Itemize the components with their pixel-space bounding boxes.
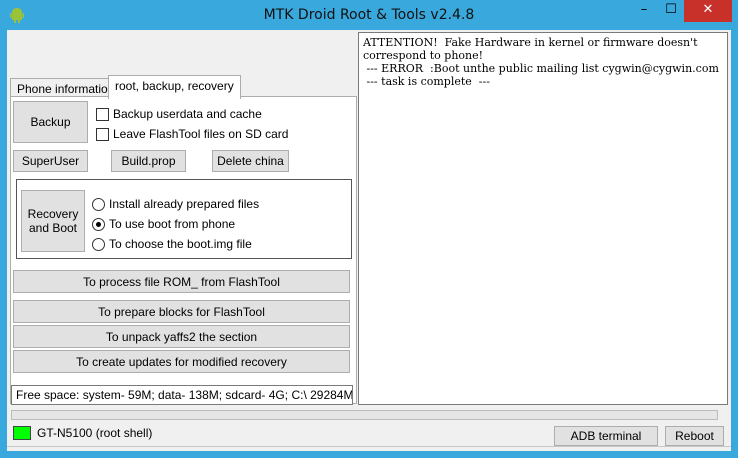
leave-flashtool-option[interactable]: Leave FlashTool files on SD card	[96, 127, 288, 141]
use-boot-from-phone-option[interactable]: To use boot from phone	[92, 217, 235, 231]
install-prepared-label: Install already prepared files	[109, 197, 260, 211]
log-line: --- ERROR :Boot unthe public mailing lis…	[363, 62, 719, 75]
log-line: ATTENTION! Fake Hardware in kernel or fi…	[363, 36, 702, 62]
backup-button[interactable]: Backup	[13, 101, 88, 143]
tab-phone-information[interactable]: Phone information	[10, 78, 122, 98]
prepare-blocks-button[interactable]: To prepare blocks for FlashTool	[13, 300, 350, 323]
leave-flashtool-checkbox[interactable]	[96, 127, 109, 141]
backup-userdata-label: Backup userdata and cache	[113, 107, 262, 121]
window-frame-right	[731, 30, 738, 458]
log-line: --- task is complete ---	[363, 75, 490, 88]
superuser-button[interactable]: SuperUser	[13, 150, 88, 172]
install-prepared-option[interactable]: Install already prepared files	[92, 197, 259, 211]
create-updates-button[interactable]: To create updates for modified recovery	[13, 350, 350, 373]
choose-boot-img-radio[interactable]	[92, 237, 105, 251]
unpack-yaffs2-button[interactable]: To unpack yaffs2 the section	[13, 325, 350, 348]
window-frame-left	[0, 30, 7, 458]
backup-userdata-checkbox[interactable]	[96, 107, 109, 121]
choose-boot-img-option[interactable]: To choose the boot.img file	[92, 237, 252, 251]
use-boot-from-phone-label: To use boot from phone	[109, 217, 236, 231]
recovery-and-boot-button[interactable]: Recovery and Boot	[21, 190, 85, 252]
window-title: MTK Droid Root & Tools v2.4.8	[263, 7, 475, 23]
device-status-text: GT-N5100 (root shell)	[37, 426, 153, 440]
free-space-field: Free space: system- 59M; data- 138M; sdc…	[11, 385, 353, 405]
window-frame-bottom	[0, 451, 738, 458]
maximize-button[interactable]: ☐	[658, 0, 684, 22]
minimize-button[interactable]: –	[630, 0, 658, 22]
divider	[7, 446, 731, 447]
title-bar[interactable]: MTK Droid Root & Tools v2.4.8 – ☐ ✕	[0, 0, 738, 30]
use-boot-from-phone-radio[interactable]	[92, 217, 105, 231]
backup-userdata-option[interactable]: Backup userdata and cache	[96, 107, 262, 121]
tab-root-backup-recovery[interactable]: root, backup, recovery	[108, 75, 241, 99]
tab-panel-root-backup-recovery: Backup Backup userdata and cache Leave F…	[10, 96, 357, 404]
progress-bar	[11, 410, 718, 420]
install-prepared-radio[interactable]	[92, 197, 105, 211]
buildprop-button[interactable]: Build.prop	[111, 150, 186, 172]
log-output[interactable]: ATTENTION! Fake Hardware in kernel or fi…	[358, 32, 728, 405]
recovery-boot-group: Recovery and Boot Install already prepar…	[16, 179, 352, 259]
main-client-area: Phone information root, backup, recovery…	[7, 30, 731, 451]
close-button[interactable]: ✕	[684, 0, 732, 22]
adb-terminal-button[interactable]: ADB terminal	[554, 426, 658, 446]
delete-china-button[interactable]: Delete china	[212, 150, 289, 172]
choose-boot-img-label: To choose the boot.img file	[109, 237, 252, 251]
leave-flashtool-label: Leave FlashTool files on SD card	[113, 127, 289, 141]
connection-status-indicator	[13, 426, 31, 440]
process-rom-button[interactable]: To process file ROM_ from FlashTool	[13, 270, 350, 293]
reboot-button[interactable]: Reboot	[665, 426, 724, 446]
